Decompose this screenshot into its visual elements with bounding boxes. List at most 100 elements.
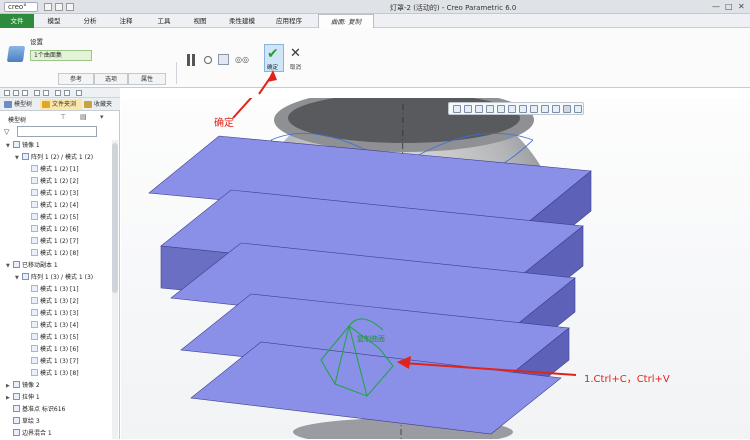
expand-icon[interactable]: ▶ xyxy=(6,380,13,392)
minimize-icon[interactable]: — xyxy=(712,2,720,11)
datum-display-icon[interactable] xyxy=(541,105,549,113)
spin-center-icon[interactable] xyxy=(563,105,571,113)
filter-icon[interactable]: ▽ xyxy=(4,128,9,136)
tree-item[interactable]: 草绘 3 xyxy=(6,416,40,428)
tree-options-icon[interactable]: ▾ xyxy=(100,113,104,121)
tree-item[interactable]: 模式 1 (2) [8] xyxy=(24,248,79,260)
tree-item[interactable]: 模式 1 (3) [1] xyxy=(24,284,79,296)
tree-item[interactable]: ▼ 阵列 1 (2) / 模式 1 (2) xyxy=(15,152,93,164)
tree-item[interactable]: 模式 1 (2) [6] xyxy=(24,224,79,236)
view-manager-icon[interactable] xyxy=(519,105,527,113)
tree-item[interactable]: 模式 1 (2) [7] xyxy=(24,236,79,248)
copied-surface-label: 复制曲面 xyxy=(357,334,385,343)
preview-icon[interactable] xyxy=(218,54,229,65)
qat-open-icon[interactable] xyxy=(13,90,19,96)
qat-new-icon[interactable] xyxy=(4,90,10,96)
qat-close-icon[interactable] xyxy=(76,90,82,96)
menu-flexible-modeling[interactable]: 柔性建模 xyxy=(222,14,262,28)
saved-views-icon[interactable] xyxy=(508,105,516,113)
cancel-button[interactable]: 取消 xyxy=(290,63,301,71)
zoom-in-icon[interactable] xyxy=(453,105,461,113)
menu-applications[interactable]: 应用程序 xyxy=(268,14,310,28)
model-tree-icon xyxy=(4,101,12,108)
feature-icon xyxy=(13,141,20,148)
annotation-display-icon[interactable] xyxy=(552,105,560,113)
menu-analysis[interactable]: 分析 xyxy=(76,14,104,28)
tree-item[interactable]: ▼ 镜像 1 xyxy=(6,140,40,152)
tree-item[interactable]: 模式 1 (3) [7] xyxy=(24,356,79,368)
tab-properties[interactable]: 属性 xyxy=(128,73,166,85)
tree-item[interactable]: ▶ 拉伸 1 xyxy=(6,392,40,404)
tree-search-input[interactable] xyxy=(17,126,97,137)
tree-item[interactable]: ▶ 镜像 2 xyxy=(6,380,40,392)
tab-references[interactable]: 参考 xyxy=(58,73,94,85)
collapse-icon[interactable]: ▼ xyxy=(15,152,22,164)
tab-model-tree[interactable]: 模型树 xyxy=(2,99,40,110)
new-icon[interactable] xyxy=(44,3,52,11)
tree-item[interactable]: 边界混合 1 xyxy=(6,428,52,440)
collapse-icon[interactable]: ▼ xyxy=(6,260,13,272)
window-title: 灯罩-2 (活动的) - Creo Parametric 6.0 xyxy=(390,4,517,12)
quick-access-toolbar xyxy=(0,88,120,98)
menu-view[interactable]: 视图 xyxy=(186,14,214,28)
perspective-icon[interactable] xyxy=(530,105,538,113)
animation-icon[interactable] xyxy=(574,105,582,113)
tree-scrollbar-thumb[interactable] xyxy=(112,143,118,293)
tree-item[interactable]: 模式 1 (2) [5] xyxy=(24,212,79,224)
feature-icon xyxy=(31,165,38,172)
qat-undo-icon[interactable] xyxy=(34,90,40,96)
feature-icon xyxy=(31,309,38,316)
tree-item[interactable]: 模式 1 (2) [4] xyxy=(24,200,79,212)
tree-item[interactable]: 模式 1 (3) [5] xyxy=(24,332,79,344)
tab-favorites-label: 收藏夹 xyxy=(94,101,113,108)
tree-item[interactable]: ▼ 阵列 1 (3) / 模式 1 (3) xyxy=(15,272,93,284)
qat-save-icon[interactable] xyxy=(22,90,28,96)
stop-icon[interactable] xyxy=(204,56,212,64)
tab-folder-browser[interactable]: 文件夹浏 xyxy=(40,99,82,110)
collapse-icon[interactable]: ▼ xyxy=(6,140,13,152)
qat-regenerate-icon[interactable] xyxy=(55,90,61,96)
save-icon[interactable] xyxy=(66,3,74,11)
tree-item[interactable]: 模式 1 (3) [8] xyxy=(24,368,79,380)
tree-item[interactable]: 模式 1 (2) [3] xyxy=(24,188,79,200)
surface-collector-field[interactable]: 1个曲面集 xyxy=(30,50,92,61)
tree-item-label: 模式 1 (2) [1] xyxy=(40,166,79,173)
tab-favorites[interactable]: 收藏夹 xyxy=(82,99,120,110)
feature-icon xyxy=(31,345,38,352)
tree-item[interactable]: 基准点 标识616 xyxy=(6,404,65,416)
repaint-icon[interactable] xyxy=(486,105,494,113)
menu-tools[interactable]: 工具 xyxy=(150,14,178,28)
model-scene[interactable]: 复制曲面 xyxy=(121,98,750,439)
model-tree-header: 模型树 xyxy=(8,117,27,124)
open-icon[interactable] xyxy=(55,3,63,11)
menu-file[interactable]: 文件 xyxy=(0,14,34,28)
tab-options[interactable]: 选项 xyxy=(94,73,128,85)
tree-settings-icon[interactable]: ⊤ xyxy=(60,113,66,121)
tab-surface-copy[interactable]: 曲面: 复制 xyxy=(318,14,374,28)
collapse-icon[interactable]: ▼ xyxy=(15,272,22,284)
cancel-icon[interactable]: ✕ xyxy=(290,46,301,61)
title-bar: creo° 灯罩-2 (活动的) - Creo Parametric 6.0 —… xyxy=(0,0,750,14)
expand-icon[interactable]: ▶ xyxy=(6,392,13,404)
zoom-out-icon[interactable] xyxy=(464,105,472,113)
close-icon[interactable]: ✕ xyxy=(738,2,745,11)
tree-item[interactable]: 模式 1 (2) [2] xyxy=(24,176,79,188)
surface-reference-icon xyxy=(6,46,26,62)
qat-redo-icon[interactable] xyxy=(43,90,49,96)
tree-item-label: 模式 1 (2) [8] xyxy=(40,250,79,257)
display-style-icon[interactable] xyxy=(497,105,505,113)
tree-item[interactable]: 模式 1 (3) [4] xyxy=(24,320,79,332)
tree-item[interactable]: 模式 1 (2) [1] xyxy=(24,164,79,176)
tree-columns-icon[interactable]: ▤ xyxy=(80,113,87,121)
tree-item[interactable]: 模式 1 (3) [3] xyxy=(24,308,79,320)
verify-glasses-icon[interactable]: ◎◎ xyxy=(235,55,249,64)
pause-icon[interactable] xyxy=(186,54,196,66)
tree-item[interactable]: 模式 1 (3) [6] xyxy=(24,344,79,356)
tree-item[interactable]: ▼ 已移动副本 1 xyxy=(6,260,58,272)
menu-annotate[interactable]: 注释 xyxy=(112,14,140,28)
maximize-icon[interactable]: □ xyxy=(725,2,733,11)
menu-model[interactable]: 模型 xyxy=(40,14,68,28)
refit-icon[interactable] xyxy=(475,105,483,113)
qat-window-icon[interactable] xyxy=(64,90,70,96)
tree-item[interactable]: 模式 1 (3) [2] xyxy=(24,296,79,308)
